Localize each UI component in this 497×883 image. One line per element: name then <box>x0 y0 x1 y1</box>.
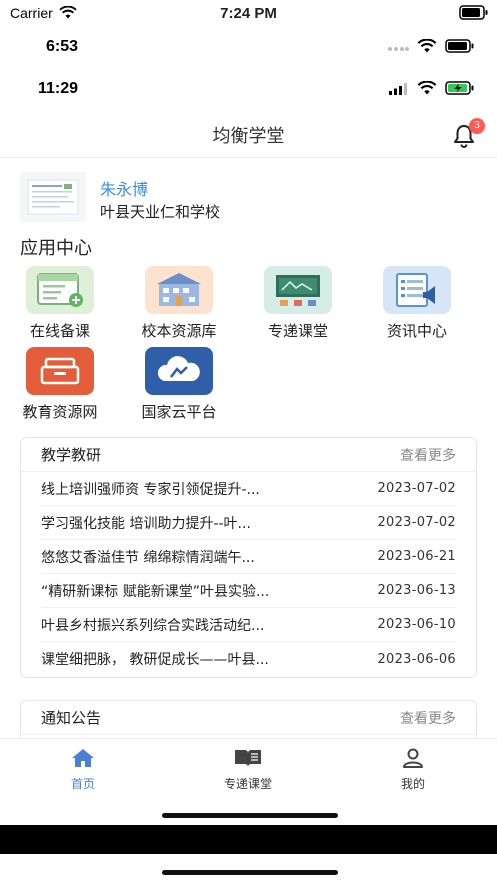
tab-classroom[interactable]: 专递课堂 <box>193 747 303 792</box>
user-profile[interactable]: 朱永博 叶县天业仁和学校 <box>20 172 477 224</box>
view-more-link[interactable]: 查看更多 <box>400 708 456 728</box>
battery-charging-icon <box>445 80 475 99</box>
clock-label: 7:24 PM <box>220 4 277 22</box>
notification-button[interactable]: 3 <box>451 118 485 150</box>
card-title: 通知公告 <box>41 709 102 727</box>
avatar <box>20 172 86 222</box>
status-bar-third: 11:29 <box>0 76 497 102</box>
list-item[interactable]: 叶县乡村振兴系列综合实践活动纪... 2023-06-10 <box>41 608 456 642</box>
battery-icon <box>459 5 489 24</box>
school-name: 叶县天业仁和学校 <box>100 203 221 221</box>
wifi-icon <box>417 38 437 57</box>
tab-label: 首页 <box>70 777 95 791</box>
book-icon <box>235 750 261 767</box>
card-header: 通知公告 查看更多 <box>21 701 476 735</box>
app-school-resource[interactable]: 校本资源库 <box>124 266 234 341</box>
item-title: 课堂细把脉， 教研促成长——叶县... <box>41 652 269 668</box>
app-label: 校本资源库 <box>141 322 217 340</box>
app-label: 国家云平台 <box>141 403 217 421</box>
page-title: 均衡学堂 <box>212 126 285 147</box>
list-item[interactable]: 悠悠艾香溢佳节 绵绵粽情润端午... 2023-06-21 <box>41 540 456 574</box>
wifi-icon <box>417 80 437 99</box>
list-item[interactable]: 线上培训强师资 专家引领促提升-... 2023-07-02 <box>41 472 456 506</box>
status-bar-second: 6:53 <box>0 32 497 62</box>
app-label: 专递课堂 <box>267 322 328 340</box>
tab-label: 专递课堂 <box>223 777 272 791</box>
app-cloud-platform[interactable]: 国家云平台 <box>124 347 234 422</box>
card-header: 教学教研 查看更多 <box>21 438 476 472</box>
notification-badge: 3 <box>469 118 485 134</box>
cloud-platform-icon <box>145 347 213 395</box>
status-bar-top: Carrier 7:24 PM <box>0 0 497 26</box>
classroom-icon <box>264 266 332 314</box>
status-icons <box>387 38 475 57</box>
tab-label: 我的 <box>400 777 425 791</box>
user-name: 朱永博 <box>100 180 149 199</box>
app-label: 在线备课 <box>29 322 90 340</box>
app-center-title: 应用中心 <box>20 238 92 259</box>
home-indicator <box>162 870 338 875</box>
list-item[interactable]: “精研新课标 赋能新课堂”叶县实验... 2023-06-13 <box>41 574 456 608</box>
cellular-icon <box>389 80 409 99</box>
item-date: 2023-06-13 <box>377 583 456 598</box>
education-resource-icon <box>26 347 94 395</box>
view-more-link[interactable]: 查看更多 <box>400 445 456 465</box>
home-indicator <box>162 813 338 818</box>
person-icon <box>403 748 423 768</box>
screen-divider <box>0 825 497 854</box>
app-news-center[interactable]: 资讯中心 <box>362 266 472 341</box>
app-education-resource[interactable]: 教育资源网 <box>5 347 115 422</box>
app-label: 资讯中心 <box>386 322 447 340</box>
item-title: 线上培训强师资 专家引领促提升-... <box>41 481 260 498</box>
item-date: 2023-07-02 <box>377 481 456 496</box>
list-item[interactable]: 课堂细把脉， 教研促成长——叶县... 2023-06-06 <box>41 642 456 676</box>
clock-label: 11:29 <box>38 80 79 97</box>
item-title: 叶县乡村振兴系列综合实践活动纪... <box>41 617 265 634</box>
item-date: 2023-06-10 <box>377 617 456 632</box>
item-title: “精研新课标 赋能新课堂”叶县实验... <box>41 583 270 600</box>
tab-home[interactable]: 首页 <box>28 747 138 792</box>
item-title: 学习强化技能 培训助力提升--叶... <box>41 515 251 532</box>
nav-bar: 均衡学堂 3 <box>0 110 497 158</box>
item-date: 2023-07-02 <box>377 515 456 530</box>
list-item[interactable]: 学习强化技能 培训助力提升--叶... 2023-07-02 <box>41 506 456 540</box>
app-online-lesson[interactable]: 在线备课 <box>5 266 115 341</box>
news-center-icon <box>383 266 451 314</box>
clock-label: 6:53 <box>46 38 79 55</box>
app-classroom[interactable]: 专递课堂 <box>243 266 353 341</box>
item-date: 2023-06-06 <box>377 651 456 667</box>
battery-icon <box>445 38 475 57</box>
app-label: 教育资源网 <box>22 403 98 421</box>
card-title: 教学教研 <box>41 446 102 464</box>
item-date: 2023-06-21 <box>377 549 456 564</box>
tab-mine[interactable]: 我的 <box>358 747 468 792</box>
tab-bar: 首页 专递课堂 我的 <box>0 738 497 822</box>
online-lesson-icon <box>26 266 94 314</box>
home-icon <box>72 749 94 767</box>
signal-icon <box>387 38 409 57</box>
teaching-research-card: 教学教研 查看更多 线上培训强师资 专家引领促提升-... 2023-07-02 … <box>20 437 477 678</box>
item-title: 悠悠艾香溢佳节 绵绵粽情润端午... <box>41 549 255 566</box>
status-icons <box>389 80 475 99</box>
school-resource-icon <box>145 266 213 314</box>
